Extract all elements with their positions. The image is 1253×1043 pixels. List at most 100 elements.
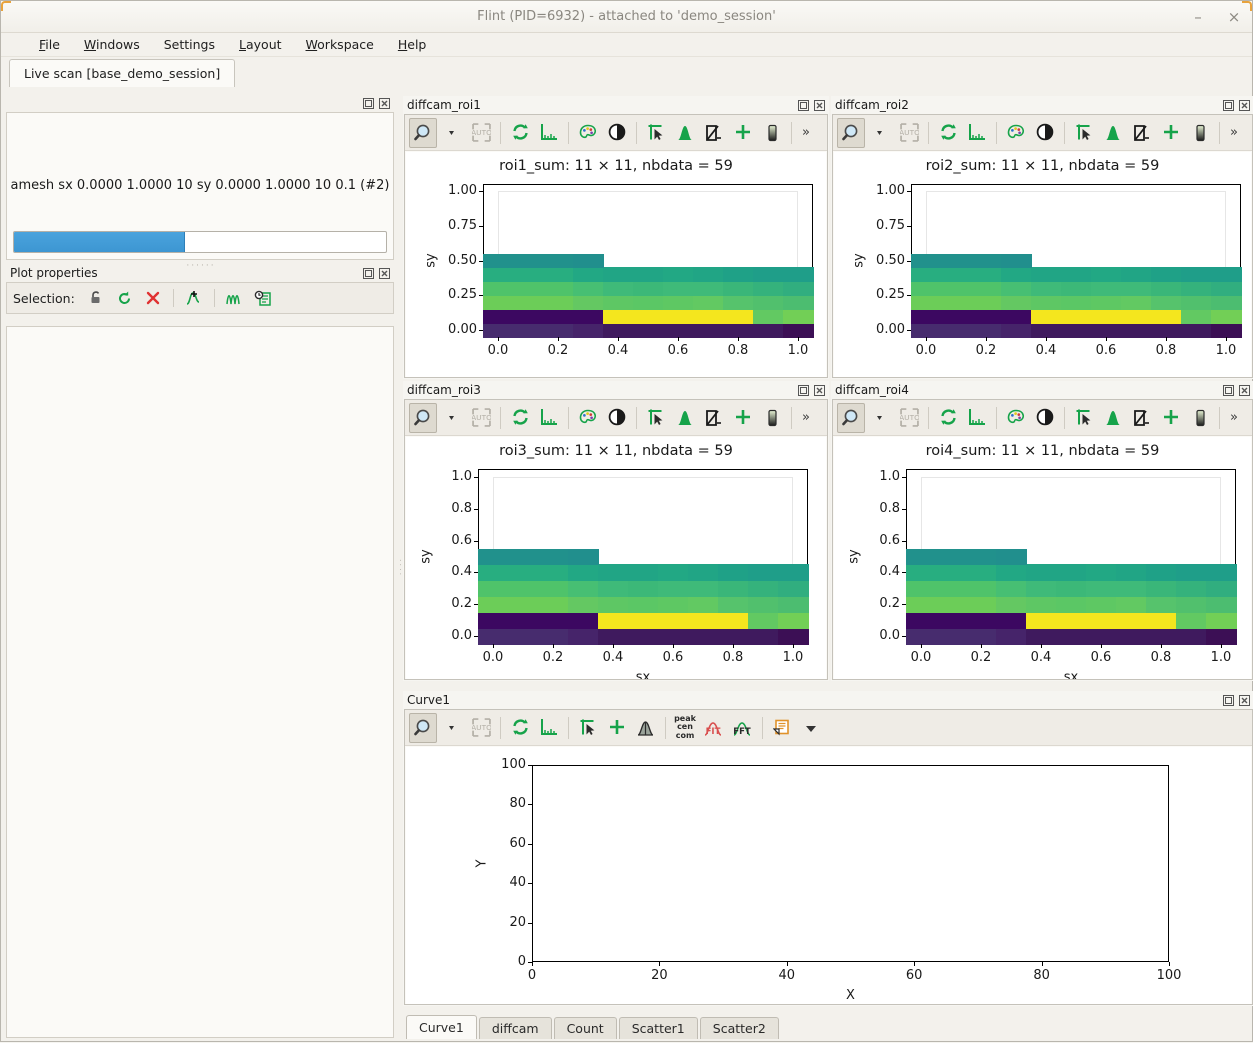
plot-canvas-roi4[interactable]: roi4_sum: 11 × 11, nbdata = 59 0.0 0.2 0.4 0…	[834, 437, 1251, 679]
bottom-tab-count[interactable]: Count	[553, 1017, 617, 1039]
export-icon[interactable]	[768, 713, 796, 743]
toolbar-overflow-button[interactable]: »	[1225, 125, 1243, 140]
close-icon[interactable]	[378, 267, 391, 280]
axes-icon[interactable]	[535, 713, 563, 743]
log-icon[interactable]	[251, 286, 275, 310]
fft-icon[interactable]: FFT	[729, 713, 757, 743]
colormap-icon[interactable]	[574, 403, 602, 433]
colormap-icon[interactable]	[1002, 118, 1030, 148]
fit-icon[interactable]: FIT	[700, 713, 728, 743]
peak-icon[interactable]	[1099, 403, 1127, 433]
contrast-icon[interactable]	[603, 403, 631, 433]
float-icon[interactable]	[797, 99, 810, 112]
toolbar-overflow-button[interactable]: »	[1225, 410, 1243, 425]
zoom-icon[interactable]	[409, 712, 437, 743]
cursor-icon[interactable]	[642, 118, 670, 148]
refresh-icon[interactable]	[506, 403, 534, 433]
axes-icon[interactable]	[963, 403, 991, 433]
colorbar-icon[interactable]	[758, 118, 786, 148]
cursor-icon[interactable]	[1070, 403, 1098, 433]
axes-icon[interactable]	[963, 118, 991, 148]
crosshair-icon[interactable]	[1157, 118, 1185, 148]
roi-icon[interactable]	[700, 118, 728, 148]
close-icon[interactable]	[1238, 99, 1251, 112]
cursor-icon[interactable]	[1070, 118, 1098, 148]
zoom-icon[interactable]	[837, 402, 865, 433]
plot-axes[interactable]	[532, 765, 1169, 962]
crosshair-icon[interactable]	[1157, 403, 1185, 433]
float-icon[interactable]	[797, 384, 810, 397]
menu-layout[interactable]: Layout	[229, 35, 292, 54]
crosshair-icon[interactable]	[729, 118, 757, 148]
panel-header-roi3[interactable]: diffcam_roi3	[403, 381, 829, 399]
cursor-icon[interactable]	[574, 713, 602, 743]
crosshair-icon[interactable]	[729, 403, 757, 433]
close-icon[interactable]	[1238, 694, 1251, 707]
panel-header-roi1[interactable]: diffcam_roi1	[403, 96, 829, 114]
colorbar-icon[interactable]	[1186, 118, 1214, 148]
gaussian-icon[interactable]	[632, 713, 660, 743]
bottom-tab-diffcam[interactable]: diffcam	[478, 1017, 552, 1039]
panel-header-roi4[interactable]: diffcam_roi4	[831, 381, 1253, 399]
contrast-icon[interactable]	[603, 118, 631, 148]
panel-header-curve1[interactable]: Curve1	[403, 691, 1253, 709]
window-titlebar[interactable]: Flint (PID=6932) - attached to 'demo_ses…	[1, 1, 1252, 33]
plot-canvas-roi1[interactable]: roi1_sum: 11 × 11, nbdata = 59 0.0 0.2 0.4 0…	[406, 152, 826, 377]
roi-icon[interactable]	[1128, 403, 1156, 433]
float-icon[interactable]	[362, 267, 375, 280]
menu-windows[interactable]: Windows	[74, 35, 150, 54]
zoom-dropdown-icon[interactable]	[438, 403, 466, 433]
bottom-tab-scatter1[interactable]: Scatter1	[618, 1017, 698, 1039]
zoom-icon[interactable]	[409, 117, 437, 148]
float-icon[interactable]	[1222, 384, 1235, 397]
peak-icon[interactable]	[671, 403, 699, 433]
zoom-dropdown-icon[interactable]	[866, 403, 894, 433]
zoom-dropdown-icon[interactable]	[438, 118, 466, 148]
refresh-icon[interactable]	[934, 403, 962, 433]
menu-workspace[interactable]: Workspace	[296, 35, 384, 54]
menu-help[interactable]: Help	[388, 35, 437, 54]
peak-cen-com-icon[interactable]: peak cen com	[671, 713, 699, 743]
refresh-icon[interactable]	[506, 713, 534, 743]
add-marker-icon[interactable]	[182, 286, 206, 310]
float-icon[interactable]	[1222, 694, 1235, 707]
curves-icon[interactable]	[223, 286, 247, 310]
float-icon[interactable]	[1222, 99, 1235, 112]
plot-canvas-roi2[interactable]: roi2_sum: 11 × 11, nbdata = 59 0.0 0.2 0.4 0…	[834, 152, 1251, 377]
delete-icon[interactable]	[141, 286, 165, 310]
colormap-icon[interactable]	[574, 118, 602, 148]
close-icon[interactable]	[813, 99, 826, 112]
contrast-icon[interactable]	[1031, 118, 1059, 148]
roi-icon[interactable]	[1128, 118, 1156, 148]
close-button[interactable]: ×	[1224, 7, 1244, 27]
toolbar-overflow-button[interactable]: »	[797, 125, 815, 140]
refresh-icon[interactable]	[934, 118, 962, 148]
zoom-icon[interactable]	[837, 117, 865, 148]
bottom-tab-curve1[interactable]: Curve1	[406, 1015, 477, 1039]
peak-icon[interactable]	[671, 118, 699, 148]
menu-settings[interactable]: Settings	[154, 35, 225, 54]
reset-icon[interactable]	[113, 286, 137, 310]
zoom-dropdown-icon[interactable]	[438, 713, 466, 743]
contrast-icon[interactable]	[1031, 403, 1059, 433]
close-icon[interactable]	[378, 97, 391, 110]
axes-icon[interactable]	[535, 118, 563, 148]
minimize-button[interactable]: –	[1188, 7, 1208, 27]
float-icon[interactable]	[362, 97, 375, 110]
zoom-icon[interactable]	[409, 402, 437, 433]
toolbar-overflow-button[interactable]: »	[797, 410, 815, 425]
close-icon[interactable]	[1238, 384, 1251, 397]
crosshair-icon[interactable]	[603, 713, 631, 743]
tab-live-scan[interactable]: Live scan [base_demo_session]	[9, 59, 236, 87]
colormap-icon[interactable]	[1002, 403, 1030, 433]
peak-icon[interactable]	[1099, 118, 1127, 148]
bottom-tab-scatter2[interactable]: Scatter2	[699, 1017, 779, 1039]
menu-file[interactable]: File	[29, 35, 70, 54]
close-icon[interactable]	[813, 384, 826, 397]
cursor-icon[interactable]	[642, 403, 670, 433]
colorbar-icon[interactable]	[1186, 403, 1214, 433]
panel-header-roi2[interactable]: diffcam_roi2	[831, 96, 1253, 114]
plot-canvas-roi3[interactable]: roi3_sum: 11 × 11, nbdata = 59 0.0 0.2 0.4 0…	[406, 437, 826, 679]
lock-icon[interactable]	[85, 286, 109, 310]
export-dropdown-icon[interactable]	[797, 713, 825, 743]
